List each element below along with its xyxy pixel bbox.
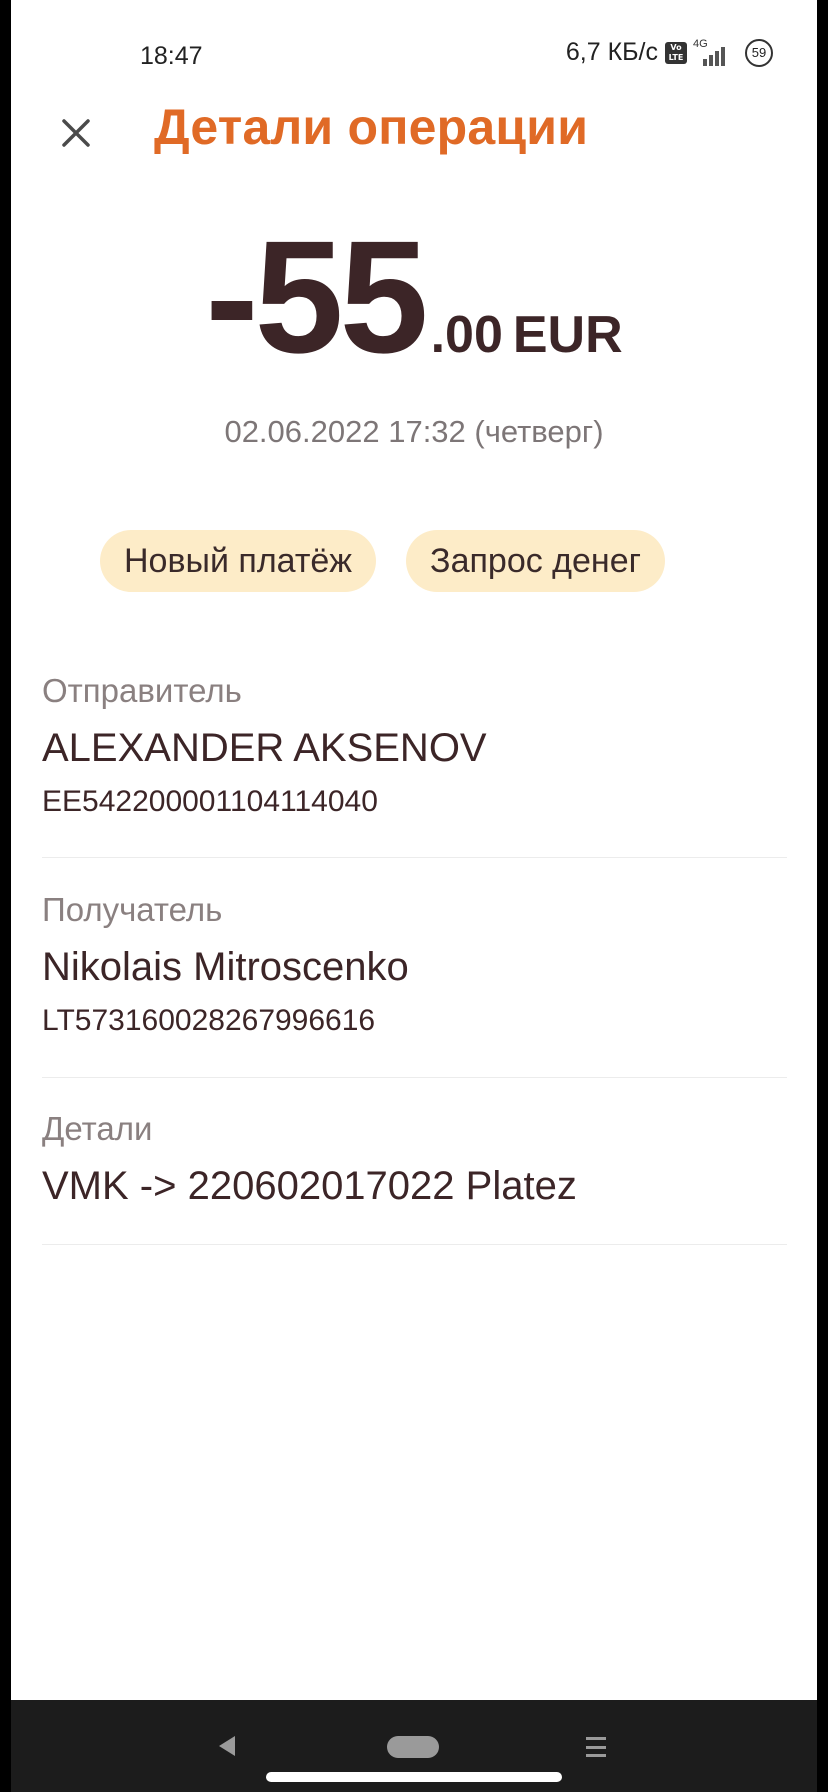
page-title: Детали операции — [154, 99, 589, 155]
amount-currency: EUR — [512, 306, 623, 364]
status-time: 18:47 — [140, 42, 203, 70]
network-speed: 6,7 КБ/с — [565, 38, 658, 66]
new-payment-button[interactable]: Новый платёж — [100, 530, 377, 592]
status-bar: 18:47 6,7 КБ/с Vo LTE 4G 59 — [11, 0, 817, 110]
signal-icon: 4G — [691, 38, 735, 66]
recipient-section: Получатель Nikolais Mitroscenko LT573160… — [42, 891, 787, 1078]
sender-label: Отправитель — [42, 672, 242, 709]
sender-name: ALEXANDER AKSENOV — [42, 726, 487, 770]
details-label: Детали — [42, 1110, 153, 1147]
close-button[interactable] — [47, 104, 105, 162]
sender-section: Отправитель ALEXANDER AKSENOV EE54220000… — [42, 672, 787, 858]
navigation-bar — [11, 1700, 817, 1792]
recipient-account: LT573160028267996616 — [42, 1004, 376, 1037]
action-buttons: Новый платёж Запрос денег — [100, 530, 666, 592]
sender-account: EE542200001104114040 — [42, 785, 378, 818]
screen: 18:47 6,7 КБ/с Vo LTE 4G 59 Детали опера… — [11, 0, 817, 1700]
amount-whole: -55 — [205, 207, 428, 386]
transaction-date: 02.06.2022 17:32 (четверг) — [224, 414, 604, 449]
request-money-button[interactable]: Запрос денег — [406, 530, 666, 592]
home-icon[interactable] — [387, 1736, 439, 1758]
gesture-bar[interactable] — [266, 1772, 562, 1782]
amount-fraction: .00 — [430, 306, 503, 364]
recipient-name: Nikolais Mitroscenko — [42, 945, 409, 989]
transaction-amount: -55.00 EUR — [11, 205, 817, 389]
volte-icon: Vo LTE — [665, 41, 687, 64]
close-icon — [62, 119, 90, 147]
back-icon[interactable] — [219, 1736, 235, 1756]
status-icons: 6,7 КБ/с Vo LTE 4G 59 — [566, 38, 773, 67]
recipient-label: Получатель — [42, 891, 223, 928]
menu-icon[interactable] — [586, 1737, 606, 1757]
details-text: VMK -> 220602017022 Platez — [42, 1164, 577, 1208]
details-section: Детали VMK -> 220602017022 Platez — [42, 1110, 787, 1245]
battery-icon: 59 — [745, 38, 773, 67]
